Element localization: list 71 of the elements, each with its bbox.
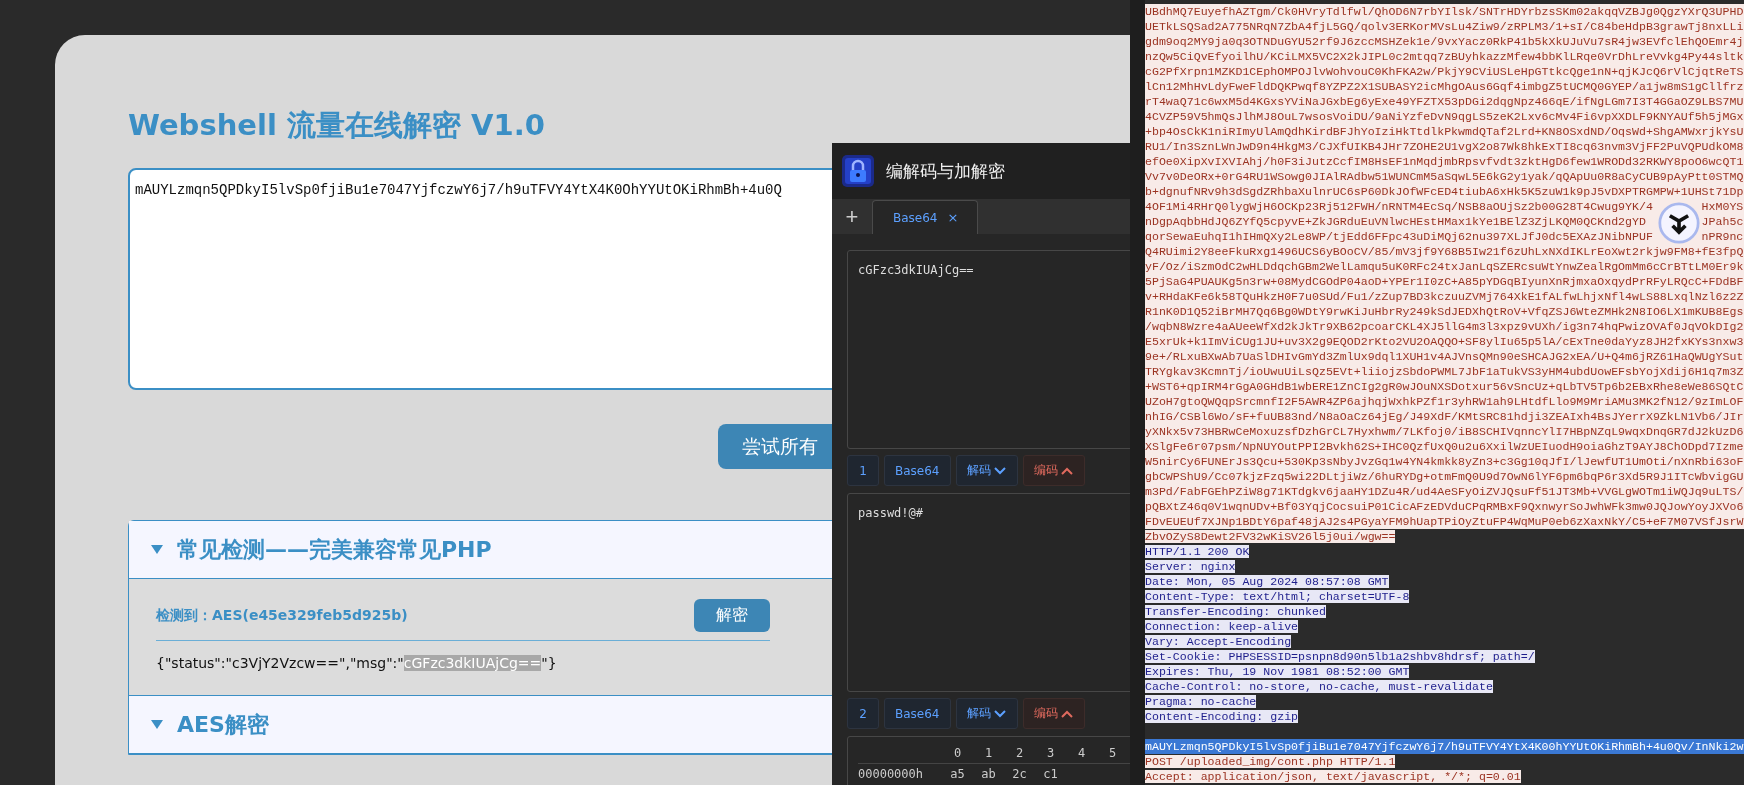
traffic-line: XSlgFe6r07psm/NpNUYOutPPI2Bvkh62S+IHC0QzfUxQ0u2u6XxilWzUEIuodH9oiaGhzT9AYJ8ChODpd7Izme: [1145, 440, 1744, 453]
traffic-line: cG2PfXrpn1MZKD1CEphOMPOJlvWohvouC0KhFKA2w/PkjY9CViUSLeHpGTtkcQge1nN+qjKJcQ6rVlCjqtReTS: [1145, 65, 1744, 78]
traffic-line: UZoH7gtoQWQqpSrcmnfI2F5AWR4ZP6ajhqjWxhkPZf1r3yhRW1ah9LHtdfLlo9M9MriAMu3MK2fN12/9zImLOF: [1145, 395, 1744, 408]
traffic-line: mAUYLzmqn5QPDkyI5lvSp0fjiBu1e7047YjfczwY6j7/h9uTFVY4YtX4K00hYYUtOKiRhmBh+4u0Qv/InNki2w: [1145, 740, 1744, 753]
traffic-line: pQBXtZ46q0V1wqnUDv+Bf03YqjCocsuiP01CicAFzEDVduCPqRMBxF9QxnwyrSoJwhWFk3mw0JQJowYoyJXVo6: [1145, 500, 1744, 513]
traffic-line: R1nK0D1Q52iBrMH7Qq6Bg0WDtY9rwKiJuHbrRy249kSdJEDXhQtRoV+VfqZSJ6WteZMHk2N8IO6LX1mKUB8Egs: [1145, 305, 1744, 318]
new-tab-button[interactable]: +: [832, 199, 872, 234]
section-title: 常见检测——完美兼容常见PHP: [177, 535, 492, 564]
traffic-line: nPR9nc: [1701, 230, 1744, 243]
hex-byte: c1: [1042, 767, 1059, 781]
tab[interactable]: Base64 ×: [872, 200, 978, 234]
caret-icon: [151, 720, 163, 729]
traffic-line: qorSewaEuhqI1hIHmQXy2Le8WP/tjEdd6FFpc43uDiMQj62nu397XLJfJ0dc5EXAzJNibNPUF: [1145, 230, 1653, 243]
section-title: AES解密: [177, 710, 269, 739]
traffic-line: UBdhMQ7EuyefhAZTgm/Ck0HVryTdlfwl/QhOD6N7rbYIlsk/SNTrHDYrbzsSKm02akqqVZBJg0QgzYXrQ3UPHD: [1145, 5, 1744, 18]
index-button[interactable]: 2: [847, 698, 879, 729]
hex-byte: ab: [980, 767, 997, 781]
traffic-line: 4CVZP59V5hmQsJlhMJ8OuL7wsosVoiDU/9aNiYzfeDvN9qgLS5zeK2Lxv6cMv4Fi6vpXXDLF9KNYAUf5h5jMGx: [1145, 110, 1744, 123]
traffic-line: nDgpAqbbHdJQ6ZYfQ5cpyvE+ZkJGRduEuVNlwcHEstHMax1kYe1BElZ3ZjLKQM0QCKnd2gYD: [1145, 215, 1646, 228]
traffic-line: m3Pd/FabFGEhPZiW8g71KTdgkv6jaaHY1DZu4R/ud4AeSFyOiZVJQsuFf51JT3Mb+VVGLgWOTm1iWQJq9uLTS/: [1145, 485, 1744, 498]
traffic-line: gbCWPShU9/Cc07kjzFzq5wi22DLtjiWz/6huRYDg+otmFmQ0U9d7OwN6lYF6pm6bqP6r3Xd5R9J1ITcWbvigGU: [1145, 470, 1744, 483]
floating-button[interactable]: [1658, 202, 1700, 244]
hex-column-header: 5: [1107, 746, 1118, 760]
traffic-line: JPah5c: [1701, 215, 1744, 228]
traffic-line: 9e+/RLxuBXwAb7UaSlDHIvGmYd3ZmlUx9dql1XUH1v4AJVnsQMn90eSHCAJG2xEA/U+Q4m6jRZ61HaQWUgYSut: [1145, 350, 1744, 363]
decrypt-button[interactable]: 解密: [694, 599, 770, 632]
hex-offset: 00000000h: [858, 767, 925, 781]
chevron-down-icon: [992, 708, 1007, 719]
index-button[interactable]: 1: [847, 455, 879, 486]
traffic-line: nhIG/CSBl6Wo/sF+fuUB83nd/N8aOaCz64jEg/J49XdF/KMtSRC81hdji3ZEAIxh4BsJYerrX9ZkLN1Vb6/JIr: [1145, 410, 1744, 423]
traffic-line: /wqbN8Wzre4aAUeeWfXd2kJkTr9XB62pcoarCKL4XJ5llG4m3l3xpz9vUXh/ig3n74hqPwizOVAf0JqVOkDIg2: [1145, 320, 1744, 333]
traffic-line: UETkLSQSad2A775NRqN7ZbA4fjL5GQ/qolv3ERKorMVsLu4Ziw9/zRPLM3/1+sI/C84beHdpB3grawTj8nxLLi: [1145, 20, 1744, 33]
traffic-line: E5xrUk+k1ImViCUg1JU+uv3X2g9EQOD2rKto2VU2OAQQO+SF8ylIu65p5lA/cExTne0daYyz8JH2fxKYs3nxw3: [1145, 335, 1744, 348]
page-title: Webshell 流量在线解密 V1.0: [128, 107, 545, 144]
traffic-line: RU1/In3SznLWnJwD9n4HkgM3/CJXfUIKB4JHr7ZOHE2U1vgX2o87Wk8hkExTI8cq63nvm3VjFF2PuVQPUdkOM8: [1145, 140, 1744, 153]
traffic-line: +bp4OsCkK1niRImyUlAmQdhKirdBFJhYoIziHkTtdlkPkwmdQTaf2Lrd+KN8OSxdND/OqsWd+ShgAMWxrjkYsU: [1145, 125, 1744, 138]
traffic-line: v+RHdaKFe6k58TQuHkzH0F7u0SUd/Fu1/zZup7BD3kczuuZVMj764XkE1fALfwLhjxNfl4wLS88LxqlNzl6z2Z: [1145, 290, 1744, 303]
traffic-line: rT4waQ71c6wxM5d4KGxsYViNaJGxbEg6yExe49YFZTX53pDGi2dqgNpz466qE/ifNgLGm7I3T4GGaOZ9LBS7MU: [1145, 95, 1744, 108]
encode-button[interactable]: 编码: [1022, 455, 1085, 486]
traffic-line: Q4RUimi2Y8eeFkuRxg1496UCS6yBOoCV/85/mV3jf9Y68B5Iw21f6zUhLxNXdIKLrEoXwt2rkjw9FM8+fE3fpQ: [1145, 245, 1744, 258]
traffic-line: FDvEUEUf7XJNp1BDtY6paf48jAJ2s4PGyaYFM9hUapTPiOyZtuFP4WqMuP0eb6zXaxNkY/C5+eF7M07VSfJsrW: [1145, 515, 1744, 528]
text-field[interactable]: passwd!@#: [847, 493, 1130, 692]
chevron-up-icon: [1059, 465, 1074, 476]
caret-icon: [151, 545, 163, 554]
hex-column-header: 4: [1076, 746, 1087, 760]
codec-button[interactable]: Base64: [884, 698, 951, 729]
detection-label: 检测到：AES(e45e329feb5d925b): [156, 606, 408, 625]
traffic-line: TRYgkav3KcmnTj/ioUwuUiLsQz5EVt+liiojzSbdoPWML7JbF1aTukVS3yHM4ubdUowEFsbYojXdij6H1q7m3Z: [1145, 365, 1744, 378]
traffic-line: 4OF1Mi4RHrQ0lygWjH6OCKp23Rj512FWH/nRNTM4EcSq/NSB8aOUjSz2b00G28T4Cwug9YK/4: [1145, 200, 1653, 213]
traffic-line: yF/Oz/iSzmOdC2wHLDdqchGBm2WelLamqu5uK0RFc24txJanLqSZERcsuWtYnwZealRgOmMm6cCrBTtLM0Er9k: [1145, 260, 1744, 273]
traffic-line: W5nirCy6FUNErJs3Qcu+530Kp3sNbyJvzGq1w4YN4kmkk8yZn3+c3Gg10qJfI/lJewfUT1UmOti/nXnRbi63oF: [1145, 455, 1744, 468]
decode-button[interactable]: 解码: [955, 455, 1018, 486]
traffic-line: Vv7v0DeORx+0rG4RU1WSowg0JIAlRAdbw51WUNCmM5aSqwL5E6kG2y1yak/qQApUu0R8aCyCUB9pAyPtt0STMQ: [1145, 170, 1744, 183]
hex-byte: 2c: [1011, 767, 1028, 781]
hex-byte: a5: [949, 767, 966, 781]
text-field[interactable]: cGFzc3dkIUAjCg==: [847, 250, 1130, 449]
traffic-line: HxM0YS: [1701, 200, 1744, 213]
codec-button[interactable]: Base64: [884, 455, 951, 486]
traffic-line: lCn12MhHvLdyFweFldDQKPwqf8YZPZ2X1SUBASY2icMhgOAus6Gqf4imbgZ5tUCMQ0GYEP/a1jw8mS1gCllfrz: [1145, 80, 1744, 93]
traffic-line: +WST6+qpIRM4rGgA0GHdB1wbERE1ZnCIg2gR0wJOuNXSDotxur56vSncUz+qLbTV5Tp6b2EBxRhe8eWe86SQtC: [1145, 380, 1744, 393]
traffic-line: efOe0XipXvIXVIAhj/h0F3iJutzCcfIM8HsEF1nMqdjmbRpsvfvdt3zktHgD6few1WRODd32RKWY8poO6wcQT1: [1145, 155, 1744, 168]
traffic-line: gdm9oq2MY9ja0q3OTNDuGYU52rf9J6zccMSHZek1e/9vxYacz0RkP41b5kXkUJuVu7sR4jw3EVfclEhQOEmr4j: [1145, 35, 1744, 48]
lock-icon: [842, 155, 874, 187]
traffic-line: 5PjSaG4PUAUKg5n3rw+08MydCGOdP04aoD+YPEr1I0zC+A85pYDGqBIyunXnRjmxaOxqydPrRFyLRQcC+FDdBF: [1145, 275, 1744, 288]
traffic-line: nzQw5CiQvEfyoilhU/KCiLMX5VC2X2kJIPL0c2mtqq7zBUyhkazzMfew4bbKlLRqe0VrDhLreVvkg4Py44sltk: [1145, 50, 1744, 63]
chevron-up-icon: [1059, 708, 1074, 719]
encode-button[interactable]: 编码: [1022, 698, 1085, 729]
decode-button[interactable]: 解码: [955, 698, 1018, 729]
traffic-line: yXNkx5v73HBRwCeMoxuzsfDzhGrCL7Hyxhwm/7LKfoj0/iB8SCHIVqnncYlI7HBpNZqL9wqxDnqGR7dJ2kUzD6: [1145, 425, 1744, 438]
chevron-down-icon: [992, 465, 1007, 476]
traffic-line: b+dgnufNRv9h3dSgdZRhbaXulnrUC6sP60DkJOfWFcED4tiubA6xHk5K5zuW1k9pJ5vDXPTRGMPW+1UHSt71Dp: [1145, 185, 1744, 198]
